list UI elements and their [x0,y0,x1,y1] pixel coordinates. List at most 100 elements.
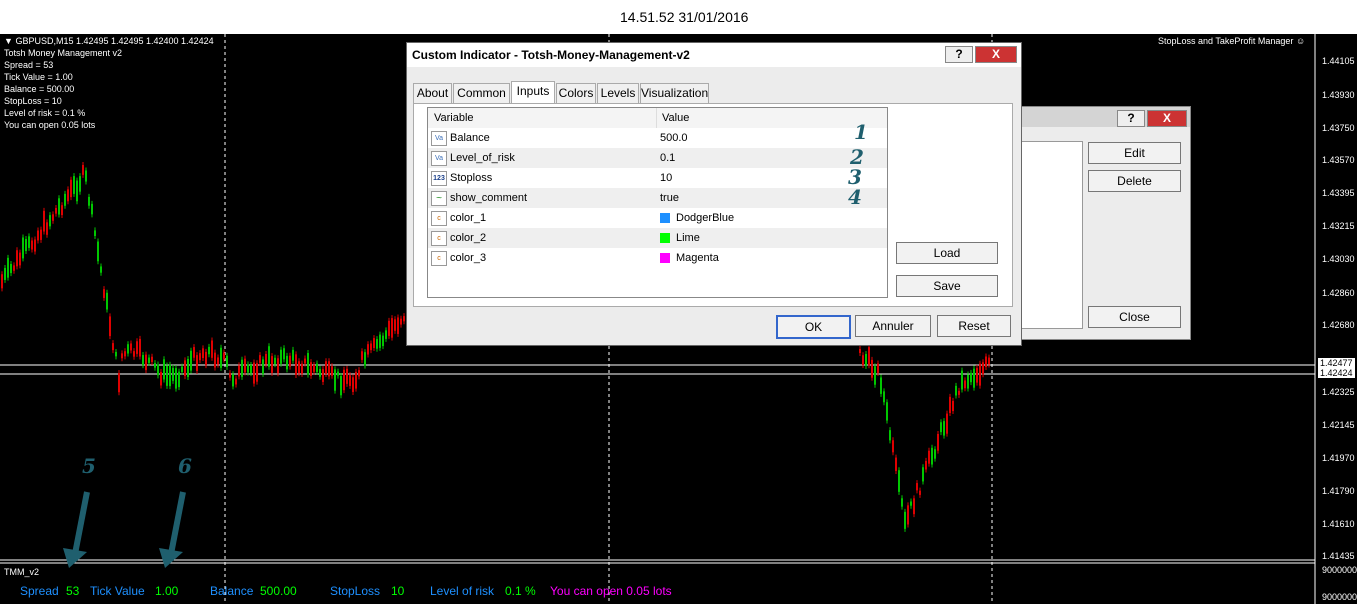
table-row[interactable]: Va Balance 500.0 [428,128,887,148]
variable-value[interactable]: 10 [660,168,672,188]
price-label: 1.41610 [1322,519,1355,529]
annotation-arrows [63,491,186,568]
delete-button[interactable]: Delete [1088,170,1181,192]
load-button[interactable]: Load [896,242,998,264]
collapse-triangle-icon[interactable]: ▼ [4,36,13,46]
candle-body [64,193,66,206]
candle-body [865,353,867,366]
candle-body [277,358,279,374]
candle-body [910,501,912,506]
info-line: Totsh Money Management v2 [4,48,123,58]
candle-body [931,447,933,465]
table-row[interactable]: ~ show_comment true [428,188,887,208]
color-type-icon: c [431,211,447,226]
candle-body [985,356,987,367]
candle-body [325,361,327,374]
expert-label: StopLoss and TakeProfit Manager ☺ [1158,36,1306,46]
edit-button[interactable]: Edit [1088,142,1181,164]
candle-body [28,236,30,248]
spread-label: Spread [20,584,59,598]
tab-inputs[interactable]: Inputs [511,81,555,104]
variable-value[interactable]: true [660,188,679,208]
candle-body [4,267,6,280]
candle-body [25,239,27,252]
ok-button[interactable]: OK [776,315,851,339]
info-line: StopLoss = 10 [4,96,62,106]
table-row[interactable]: c color_2 Lime [428,228,887,248]
save-button[interactable]: Save [896,275,998,297]
table-row[interactable]: c color_3 Magenta [428,248,887,268]
table-row[interactable]: c color_1 DodgerBlue [428,208,887,228]
inputs-panel: Variable Value Va Balance 500.0 Va Level… [413,103,1013,307]
tab-colors[interactable]: Colors [556,83,596,103]
candle-body [862,355,864,366]
spread-value: 53 [66,584,80,598]
candle-body [982,362,984,375]
color-type-icon: c [431,251,447,266]
candle-body [334,369,336,391]
candle-body [271,356,273,373]
background-list[interactable] [1021,141,1083,329]
variable-name: show_comment [450,192,528,204]
table-row[interactable]: Va Level_of_risk 0.1 [428,148,887,168]
candle-body [247,364,249,373]
tab-visualization[interactable]: Visualization [640,83,709,103]
background-dialog[interactable]: ? X Edit Delete Close [1010,106,1191,340]
variable-name: color_3 [450,252,487,264]
candle-body [283,348,285,360]
reset-button[interactable]: Reset [937,315,1011,337]
background-dialog-titlebar[interactable]: ? X [1011,107,1190,127]
tab-levels[interactable]: Levels [597,83,639,103]
candle-body [223,352,225,360]
candle-body [253,362,255,384]
candle-body [124,351,126,357]
variable-value[interactable]: 500.0 [660,128,688,148]
dialog-titlebar[interactable]: Custom Indicator - Totsh-Money-Managemen… [407,43,1021,67]
candle-body [886,402,888,421]
candle-body [376,339,378,349]
candle-body [868,347,870,366]
close-button[interactable]: X [975,46,1017,63]
tab-common[interactable]: Common [453,83,510,103]
table-row[interactable]: 123 Stoploss 10 [428,168,887,188]
background-close-button[interactable]: X [1147,110,1187,127]
variable-value[interactable]: Lime [676,228,700,248]
close-action-button[interactable]: Close [1088,306,1181,328]
candle-body [361,351,363,360]
candle-body [250,364,252,374]
candle-body [67,189,69,202]
candle-body [178,371,180,388]
candle-body [199,353,201,361]
variable-name: Stoploss [450,172,493,184]
timestamp: 14.51.52 31/01/2016 [620,9,749,25]
candle-body [949,396,951,413]
candle-body [121,353,123,359]
annotation-4: 4 [848,185,862,209]
risk-value: 0.1 % [505,584,536,598]
arrow-6-shaft [168,491,186,555]
candle-body [973,368,975,388]
candle-body [22,237,24,259]
price-label: 1.43395 [1322,188,1355,198]
variable-value[interactable]: 0.1 [660,148,675,168]
help-button[interactable]: ? [945,46,973,63]
candle-body [193,347,195,358]
candle-body [388,320,390,336]
candle-body [310,362,312,376]
candle-body [1,274,3,289]
variable-value[interactable]: DodgerBlue [676,208,734,228]
custom-indicator-dialog[interactable]: Custom Indicator - Totsh-Money-Managemen… [406,42,1022,346]
lots-text: You can open 0.05 lots [550,584,672,598]
candle-body [10,263,12,274]
candle-body [970,372,972,383]
info-line: Level of risk = 0.1 % [4,108,86,118]
variable-value[interactable]: Magenta [676,248,719,268]
inputs-table[interactable]: Variable Value Va Balance 500.0 Va Level… [427,107,888,298]
price-label: 1.43030 [1322,254,1355,264]
background-help-button[interactable]: ? [1117,110,1145,127]
candle-body [319,368,321,377]
cancel-button[interactable]: Annuler [855,315,931,337]
variable-type-icon: Va [431,151,447,166]
candle-body [928,450,930,464]
tab-about[interactable]: About [413,83,452,103]
